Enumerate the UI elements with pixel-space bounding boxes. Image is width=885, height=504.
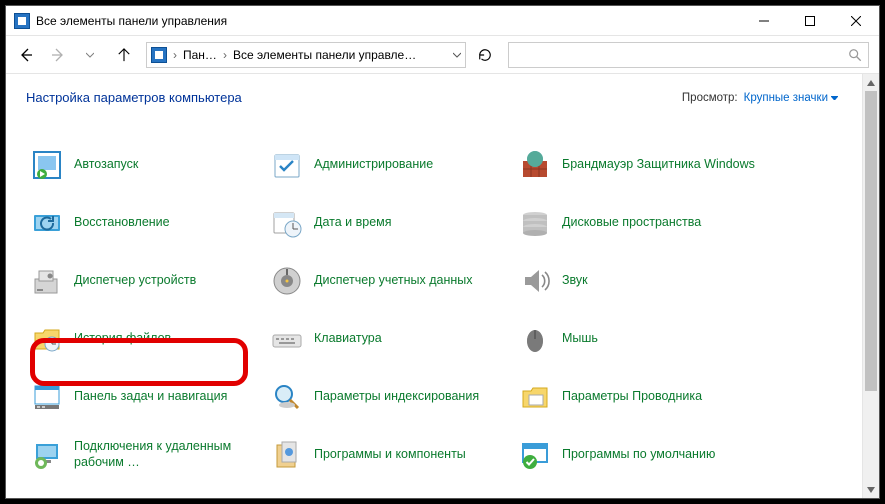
item-defaults[interactable]: Программы по умолчанию: [514, 435, 774, 475]
taskbar-icon: [30, 380, 64, 414]
recovery-icon: [30, 206, 64, 240]
back-button[interactable]: [12, 41, 40, 69]
scrollbar-thumb[interactable]: [865, 91, 877, 391]
up-button[interactable]: [110, 41, 138, 69]
datetime-icon: [270, 206, 304, 240]
item-devmgr[interactable]: Диспетчер устройств: [26, 261, 266, 301]
titlebar: Все элементы панели управления: [6, 6, 879, 36]
close-button[interactable]: [833, 6, 879, 36]
devmgr-icon: [30, 264, 64, 298]
indexing-icon: [270, 380, 304, 414]
autorun-icon: [30, 148, 64, 182]
item-admin[interactable]: Администрирование: [266, 145, 514, 185]
item-datetime[interactable]: Дата и время: [266, 203, 514, 243]
view-mode-dropdown[interactable]: Крупные значки: [744, 92, 838, 104]
item-filehist[interactable]: История файлов: [26, 319, 266, 359]
item-progs[interactable]: Программы и компоненты: [266, 435, 514, 475]
scroll-up-icon[interactable]: [863, 74, 879, 91]
minimize-button[interactable]: [741, 6, 787, 36]
item-mouse[interactable]: Мышь: [514, 319, 774, 359]
item-taskbar[interactable]: Панель задач и навигация: [26, 377, 266, 417]
scrollbar-track[interactable]: [863, 391, 879, 481]
sound-icon: [518, 264, 552, 298]
search-input[interactable]: [508, 42, 869, 68]
keyboard-icon: [270, 322, 304, 356]
control-panel-icon: [14, 13, 30, 29]
item-firewall[interactable]: Брандмауэр Защитника Windows: [514, 145, 774, 185]
item-storage[interactable]: Дисковые пространства: [514, 203, 774, 243]
progs-icon: [270, 438, 304, 472]
item-sound[interactable]: Звук: [514, 261, 774, 301]
item-indexing[interactable]: Параметры индексирования: [266, 377, 514, 417]
cred-icon: [270, 264, 304, 298]
chevron-icon: ›: [223, 48, 227, 62]
explorer-icon: [518, 380, 552, 414]
address-bar[interactable]: › Пан… › Все элементы панели управле…: [146, 42, 466, 68]
item-rdp[interactable]: Подключения к удаленным рабочим …: [26, 435, 266, 475]
storage-icon: [518, 206, 552, 240]
filehist-icon: [30, 322, 64, 356]
address-dropdown-icon[interactable]: [453, 48, 461, 62]
admin-icon: [270, 148, 304, 182]
forward-button[interactable]: [44, 41, 72, 69]
search-icon: [848, 48, 862, 62]
window-title: Все элементы панели управления: [36, 14, 741, 28]
scroll-down-icon[interactable]: [863, 481, 879, 498]
item-keyboard[interactable]: Клавиатура: [266, 319, 514, 359]
rdp-icon: [30, 438, 64, 472]
body-area: Настройка параметров компьютера Просмотр…: [6, 74, 879, 498]
vertical-scrollbar[interactable]: [862, 74, 879, 498]
page-title: Настройка параметров компьютера: [26, 90, 682, 105]
refresh-button[interactable]: [470, 42, 500, 68]
nav-toolbar: › Пан… › Все элементы панели управле…: [6, 36, 879, 74]
address-icon: [151, 47, 167, 63]
breadcrumb-1[interactable]: Пан…: [183, 48, 217, 62]
item-explorer[interactable]: Параметры Проводника: [514, 377, 774, 417]
item-cred[interactable]: Диспетчер учетных данных: [266, 261, 514, 301]
content-pane: Настройка параметров компьютера Просмотр…: [6, 74, 862, 498]
breadcrumb-2[interactable]: Все элементы панели управле…: [233, 48, 416, 62]
control-panel-window: Все элементы панели управления: [5, 5, 880, 499]
view-label: Просмотр:: [682, 92, 738, 104]
chevron-icon: ›: [173, 48, 177, 62]
maximize-button[interactable]: [787, 6, 833, 36]
item-autorun[interactable]: Автозапуск: [26, 145, 266, 185]
defaults-icon: [518, 438, 552, 472]
mouse-icon: [518, 322, 552, 356]
recent-dropdown[interactable]: [76, 41, 104, 69]
firewall-icon: [518, 148, 552, 182]
item-recovery[interactable]: Восстановление: [26, 203, 266, 243]
